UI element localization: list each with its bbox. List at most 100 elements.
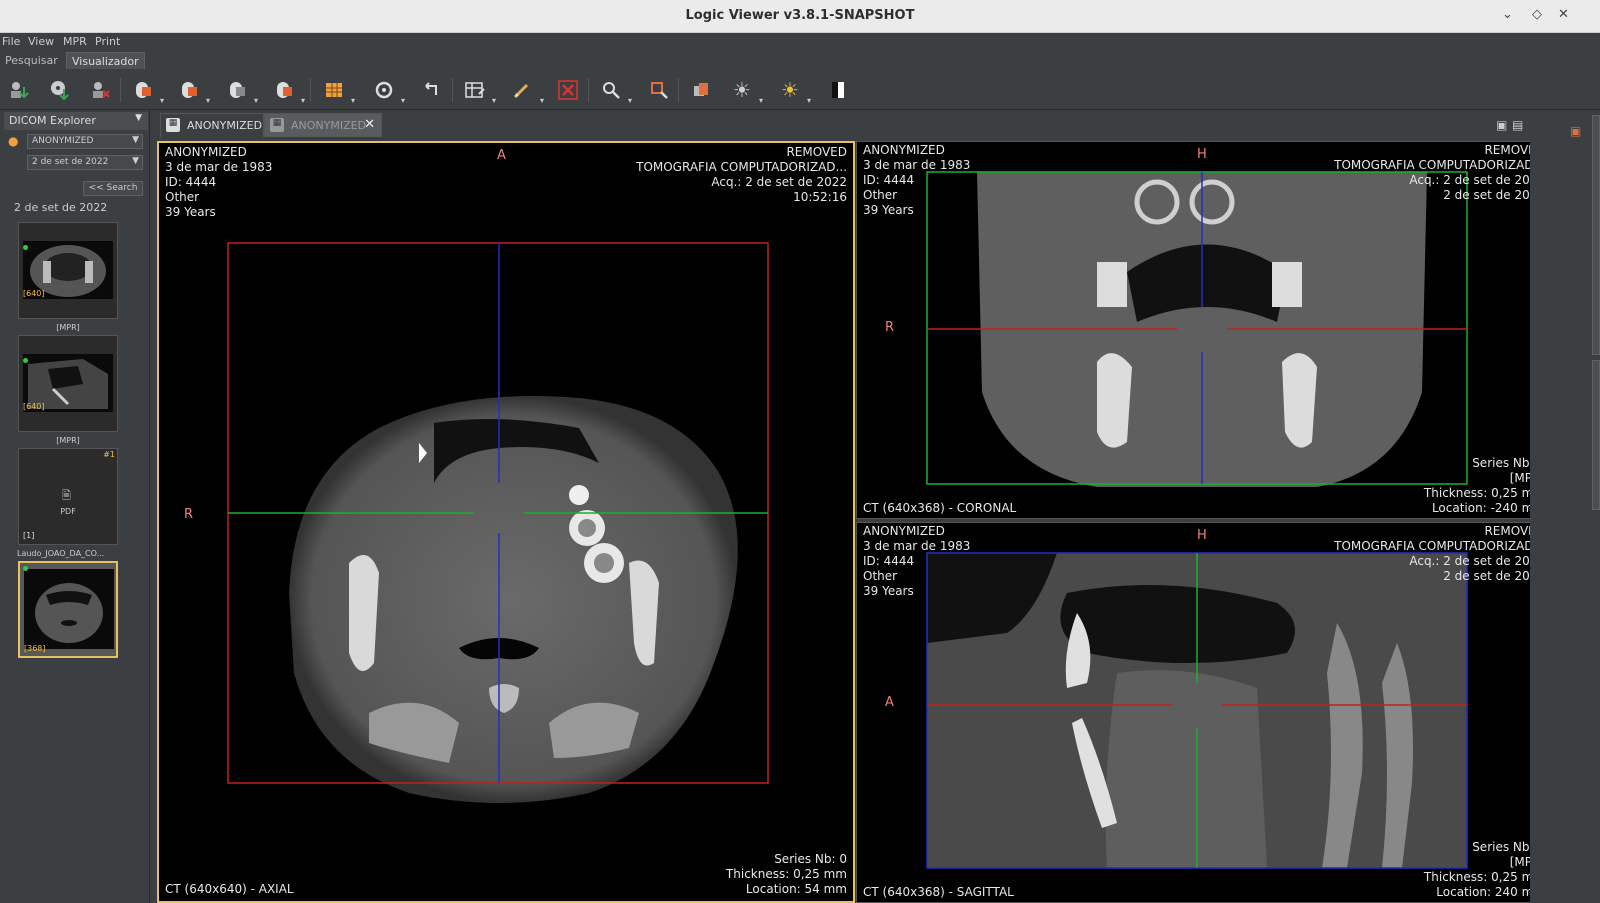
remove-icon[interactable] [555, 77, 581, 103]
study-select-value: 2 de set de 2022 [32, 157, 109, 167]
patient-sex: Other [863, 569, 898, 583]
document-thumbnail[interactable]: #1 🗎 PDF [1] Laudo_JOAO_DA_CO... [17, 448, 118, 558]
institution: REMOVED [786, 145, 847, 159]
right-tool-panel: ▣ [1530, 110, 1600, 903]
orientation-left: R [885, 320, 895, 335]
tab-viewer-2[interactable]: ▦ ANONYMIZED ✕ [264, 113, 382, 137]
tab-viewer-1[interactable]: ▦ ANONYMIZED [160, 113, 264, 137]
sync-icon[interactable]: ▾ [371, 77, 405, 105]
panel-collapse-handle[interactable] [1592, 115, 1600, 355]
maximize-icon[interactable]: ◇ [1532, 7, 1542, 22]
minimize-icon[interactable]: ⌄ [1502, 7, 1513, 22]
acquisition-date: Acq.: 2 de set de 2022 [711, 175, 847, 189]
axial-study-info: REMOVED TOMOGRAFIA COMPUTADORIZAD... Acq… [636, 145, 847, 205]
menu-view[interactable]: View [28, 35, 54, 48]
orientation-top: H [1197, 147, 1207, 162]
patient-select[interactable]: ANONYMIZED ▼ [27, 134, 143, 149]
axial-ct-image [227, 242, 769, 803]
lut-icon[interactable] [688, 77, 714, 103]
thumbnail-label: Laudo_JOAO_DA_CO... [17, 549, 105, 558]
series-thumbnail[interactable]: [640] [MPR] [18, 335, 118, 445]
thumbnail-label: [MPR] [56, 323, 80, 332]
patient-name: ANONYMIZED [165, 145, 247, 159]
document-type: PDF [60, 507, 76, 516]
tab-pesquisar[interactable]: Pesquisar [0, 52, 63, 69]
maximize-panel-icon[interactable]: ▤ [1512, 118, 1523, 132]
menu-mpr[interactable]: MPR [63, 35, 87, 48]
window-title: Logic Viewer v3.8.1-SNAPSHOT [685, 8, 915, 23]
close-icon[interactable]: ✕ [364, 117, 375, 132]
thumbnail-image [24, 569, 114, 649]
mouse-left-icon[interactable]: ▾ [176, 77, 210, 105]
coronal-viewport[interactable]: ANONYMIZED 3 de mar de 1983 ID: 4444 Oth… [856, 141, 1552, 519]
study-date: 2 de set de 2022 [1443, 569, 1545, 583]
mouse-right-icon[interactable]: ▾ [271, 77, 305, 105]
mpr-label: [MPR] [1509, 471, 1545, 485]
patient-birth: 3 de mar de 1983 [165, 160, 273, 174]
slice-thickness: Thickness: 0,25 mm [1423, 486, 1545, 500]
annotation-icon[interactable]: ▾ [462, 77, 496, 105]
study-description: TOMOGRAFIA COMPUTADORIZAD... [1334, 158, 1545, 172]
pdf-icon: 🗎 [62, 489, 71, 502]
chevron-down-icon[interactable]: ▼ [135, 113, 142, 123]
brightness-icon[interactable]: ☀ ▾ [729, 77, 763, 105]
viewer-tab-icon: ▦ [166, 118, 180, 132]
image-count: [1] [23, 531, 35, 540]
slice-location: Location: -240 mm [1431, 501, 1545, 515]
sagittal-slice-info: Series Nb: 0 [MPR] Thickness: 0,25 mm Lo… [1424, 840, 1545, 900]
study-description: TOMOGRAFIA COMPUTADORIZAD... [1334, 539, 1545, 553]
coronal-label: CT (640x368) - CORONAL [863, 501, 1017, 515]
close-icon[interactable]: ✕ [1558, 7, 1569, 22]
import-cd-icon[interactable] [46, 77, 72, 103]
patient-name: ANONYMIZED [863, 143, 945, 157]
series-thumbnail-selected[interactable]: [368] [18, 561, 118, 658]
crop-icon[interactable] [646, 77, 672, 103]
patient-age: 39 Years [165, 205, 216, 219]
slice-thickness: Thickness: 0,25 mm [1423, 870, 1545, 884]
coronal-patient-info: ANONYMIZED 3 de mar de 1983 ID: 4444 Oth… [863, 143, 970, 218]
mouse-layout-icon[interactable]: ▾ [130, 77, 164, 105]
menu-bar: File View MPR Print [0, 33, 1600, 51]
toolbar: ▾ ▾ ▾ ▾ ▾ ▾ ▾ ▾ ▾ ☀ ▾ ☀ ▾ [0, 70, 1600, 110]
patient-sex: Other [165, 190, 200, 204]
explorer-header: DICOM Explorer ▼ [4, 112, 148, 130]
menu-print[interactable]: Print [95, 35, 120, 48]
study-select[interactable]: 2 de set de 2022 ▼ [27, 155, 143, 170]
zoom-icon[interactable]: ▾ [598, 77, 632, 105]
explorer-title: DICOM Explorer [9, 114, 96, 127]
tool-panel-icon[interactable]: ▣ [1570, 124, 1581, 138]
patient-birth: 3 de mar de 1983 [863, 158, 971, 172]
tab-visualizador[interactable]: Visualizador [66, 52, 145, 69]
title-bar: Logic Viewer v3.8.1-SNAPSHOT ⌄ ◇ ✕ [0, 0, 1600, 33]
axial-patient-info: ANONYMIZED 3 de mar de 1983 ID: 4444 Oth… [165, 145, 272, 220]
slice-location: Location: 240 mm [1436, 885, 1545, 899]
contrast-icon[interactable]: ☀ ▾ [777, 77, 811, 105]
menu-file[interactable]: File [2, 35, 20, 48]
sagittal-viewport[interactable]: ANONYMIZED 3 de mar de 1983 ID: 4444 Oth… [856, 522, 1552, 903]
study-date: 2 de set de 2022 [1443, 188, 1545, 202]
panel-collapse-handle[interactable] [1592, 360, 1600, 510]
series-thumbnail[interactable]: [640] [MPR] [18, 222, 118, 332]
import-icon[interactable] [6, 77, 32, 103]
patient-name: ANONYMIZED [863, 524, 945, 538]
axial-viewport[interactable]: ANONYMIZED 3 de mar de 1983 ID: 4444 Oth… [157, 141, 855, 903]
sagittal-patient-info: ANONYMIZED 3 de mar de 1983 ID: 4444 Oth… [863, 524, 970, 599]
tab-label: ANONYMIZED [187, 119, 263, 132]
acquisition-date: Acq.: 2 de set de 2022 [1409, 554, 1545, 568]
rotate-icon[interactable] [419, 77, 445, 103]
detach-icon[interactable]: ▣ [1496, 118, 1507, 132]
invert-icon[interactable] [825, 77, 851, 103]
viewer-tab-icon: ▦ [270, 118, 284, 132]
layout-icon[interactable]: ▾ [321, 77, 355, 105]
axial-label: CT (640x640) - AXIAL [165, 882, 294, 896]
slice-thickness: Thickness: 0,25 mm [725, 867, 847, 881]
status-dot [23, 566, 28, 571]
mouse-middle-icon[interactable]: ▾ [224, 77, 258, 105]
series-number: Series Nb: 0 [1472, 840, 1545, 854]
delete-icon[interactable] [88, 77, 114, 103]
acquisition-time: 10:52:16 [793, 190, 847, 204]
search-button[interactable]: << Search [83, 181, 143, 196]
institution: REMOVED [1484, 143, 1545, 157]
coronal-study-info: REMOVED TOMOGRAFIA COMPUTADORIZAD... Acq… [1334, 143, 1545, 203]
measure-icon[interactable]: ▾ [510, 77, 544, 105]
